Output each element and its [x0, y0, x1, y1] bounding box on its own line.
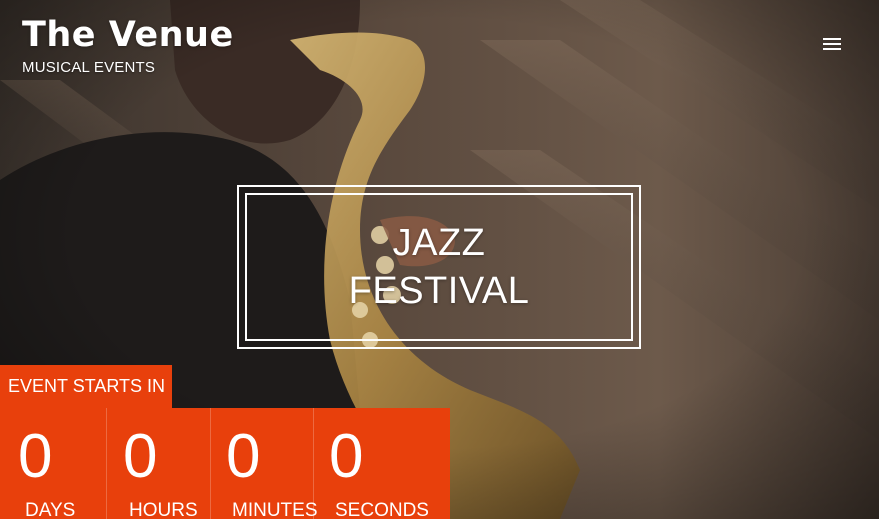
countdown-seconds-caption: SECONDS [335, 500, 429, 519]
countdown-seconds: 0 SECONDS [313, 408, 450, 519]
countdown-timer: 0 DAYS 0 HOURS 0 MINUTES 0 SECONDS [0, 408, 450, 519]
event-title-frame: JAZZ FESTIVAL [237, 185, 641, 349]
countdown-days: 0 DAYS [0, 408, 106, 519]
event-title-line-2: FESTIVAL [348, 270, 530, 312]
countdown-days-caption: DAYS [25, 500, 76, 519]
event-title-line-1: JAZZ [392, 222, 486, 264]
countdown-seconds-value: 0 [329, 422, 364, 491]
countdown-hours-value: 0 [123, 422, 158, 491]
countdown-days-value: 0 [18, 422, 53, 491]
menu-button[interactable] [818, 32, 846, 56]
countdown-label: EVENT STARTS IN [0, 365, 172, 408]
countdown-minutes-caption: MINUTES [232, 500, 318, 519]
countdown-hours: 0 HOURS [106, 408, 210, 519]
hero-section: The Venue MUSICAL EVENTS JAZZ FESTIVAL E… [0, 0, 879, 519]
event-title-inner-frame: JAZZ FESTIVAL [245, 193, 633, 341]
countdown-hours-caption: HOURS [129, 500, 198, 519]
site-brand[interactable]: The Venue MUSICAL EVENTS [22, 14, 234, 77]
countdown-minutes: 0 MINUTES [210, 408, 318, 519]
hamburger-menu-icon [823, 38, 841, 50]
countdown-minutes-value: 0 [226, 422, 261, 491]
site-subtitle: MUSICAL EVENTS [22, 59, 156, 76]
site-title[interactable]: The Venue [22, 14, 234, 56]
